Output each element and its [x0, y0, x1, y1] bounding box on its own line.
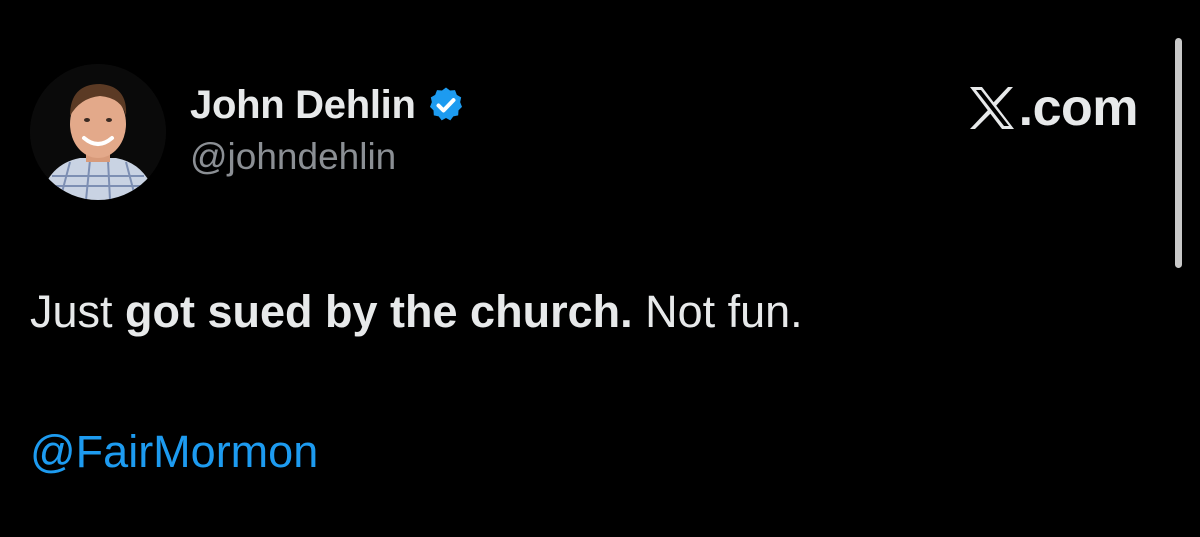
- scrollbar[interactable]: [1175, 38, 1182, 268]
- x-brand-label: .com: [967, 78, 1139, 138]
- author-handle[interactable]: @johndehlin: [190, 136, 466, 178]
- avatar-photo: [30, 64, 166, 200]
- tweet-author: John Dehlin @johndehlin: [190, 80, 466, 178]
- brand-domain-text: .com: [1018, 79, 1139, 137]
- author-name-row: John Dehlin: [190, 80, 466, 130]
- mention-link[interactable]: @FairMormon: [30, 424, 318, 480]
- x-logo-icon: [967, 85, 1017, 131]
- author-display-name[interactable]: John Dehlin: [190, 83, 416, 128]
- tweet-text: Just got sued by the church. Not fun.: [30, 284, 803, 340]
- avatar[interactable]: [30, 64, 166, 200]
- tweet-text-prefix: Just: [30, 286, 126, 337]
- verified-badge-icon: [426, 85, 466, 125]
- tweet-text-bold: got sued by the church.: [125, 286, 633, 337]
- tweet-text-suffix: Not fun.: [632, 286, 803, 337]
